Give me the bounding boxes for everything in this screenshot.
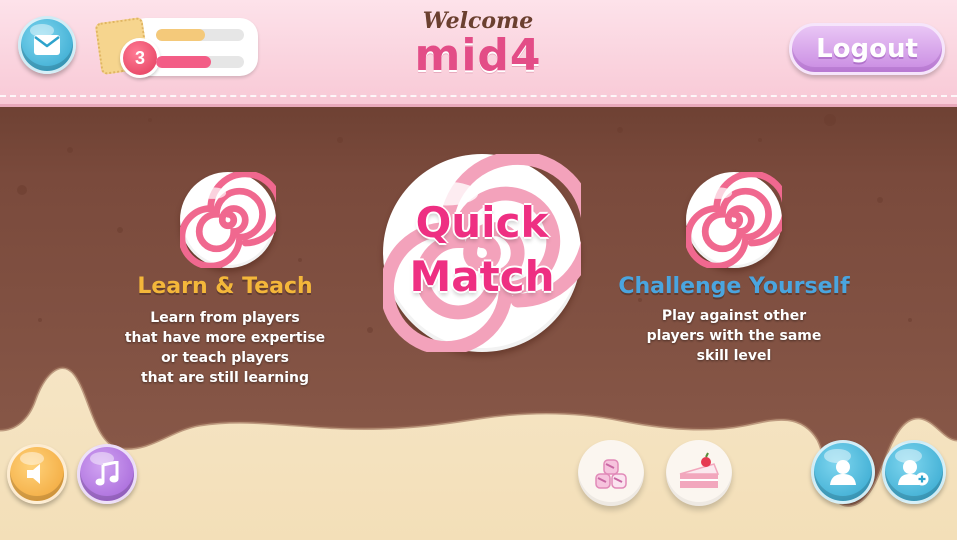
stitch-divider xyxy=(0,95,957,97)
challenge-candy-button[interactable] xyxy=(686,172,782,268)
xp-bar-fill xyxy=(156,29,206,41)
marshmallow-icon xyxy=(595,459,627,489)
learn-teach-candy-button[interactable] xyxy=(180,172,276,268)
energy-bar-fill xyxy=(156,56,211,68)
challenge-desc-line: players with the same xyxy=(646,328,822,344)
music-note-icon xyxy=(95,461,119,486)
learn-teach-description: Learn from players that have more expert… xyxy=(100,308,350,388)
learn-desc-line: or teach players xyxy=(161,350,289,366)
game-screen: 3 Welcome mid4 Logout Learn & Teach Lear… xyxy=(0,0,957,540)
mail-button[interactable] xyxy=(18,16,76,74)
learn-desc-line: that are still learning xyxy=(140,370,310,386)
learn-desc-line: Learn from players xyxy=(150,310,300,326)
energy-bar xyxy=(156,56,244,68)
player-stats-panel: 3 xyxy=(94,16,260,78)
quick-match-line2: Match xyxy=(409,252,555,301)
learn-teach-title: Learn & Teach xyxy=(137,274,313,299)
challenge-desc-line: Play against other xyxy=(661,308,807,324)
cake-shop-button[interactable] xyxy=(666,440,732,506)
user-icon xyxy=(830,460,856,485)
user-plus-icon xyxy=(898,460,929,486)
challenge-description: Play against other players with the same… xyxy=(604,306,864,366)
marshmallow-shop-button[interactable] xyxy=(578,440,644,506)
cake-slice-icon xyxy=(679,452,720,488)
envelope-icon xyxy=(34,35,60,55)
logout-button[interactable]: Logout xyxy=(789,23,945,75)
xp-bar xyxy=(156,29,244,41)
challenge-title: Challenge Yourself xyxy=(618,274,850,299)
username-label: mid4 xyxy=(414,30,542,81)
add-friend-button[interactable] xyxy=(882,440,946,504)
level-badge: 3 xyxy=(120,38,160,78)
quick-match-line1: Quick xyxy=(415,198,549,247)
lollipop-swirl-icon xyxy=(686,172,782,268)
lollipop-swirl-icon xyxy=(180,172,276,268)
sound-button[interactable] xyxy=(7,444,67,504)
music-button[interactable] xyxy=(77,444,137,504)
profile-button[interactable] xyxy=(811,440,875,504)
speaker-icon xyxy=(27,464,40,484)
learn-desc-line: that have more expertise xyxy=(124,330,326,346)
challenge-desc-line: skill level xyxy=(696,348,772,364)
quick-match-label: Quick Match xyxy=(398,196,566,304)
